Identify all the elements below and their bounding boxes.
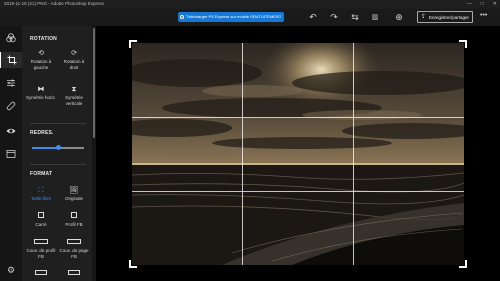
share-icon: ⇪ <box>421 14 427 20</box>
maximize-button[interactable]: □ <box>481 0 484 9</box>
frame-icon[interactable] <box>0 146 22 162</box>
rotate-right-icon: ⟳ <box>71 50 77 57</box>
crop-handle-top-right[interactable] <box>459 40 467 48</box>
settings-icon[interactable]: ⚙ <box>0 262 22 278</box>
flip-vertical-label: Symétrie verticale <box>65 95 83 106</box>
format-heading: FORMAT <box>30 171 53 177</box>
straighten-heading: REDRES. <box>30 130 54 136</box>
image-canvas <box>96 26 500 281</box>
free-size-icon: ⛶ <box>38 187 44 194</box>
crop-options-panel: ROTATION ⟲ Rotation à gauche ⟳ Rotation … <box>22 26 92 281</box>
crop-grid-line <box>353 43 354 265</box>
crop-handle-top-left[interactable] <box>129 40 137 48</box>
image-icon: 🖼 <box>69 187 79 194</box>
split-view-icon[interactable]: ▥ <box>369 12 381 23</box>
format-more-1[interactable] <box>26 269 56 279</box>
seascape-photo <box>132 43 464 265</box>
fb-profile-cover-label: Couv. de profil FB <box>26 248 56 259</box>
title-bar: 2019-11-18 (21).PNG - Adobe Photoshop Ex… <box>0 0 500 9</box>
adjust-icon[interactable] <box>0 75 22 91</box>
original-label: Originale <box>64 196 83 201</box>
fb-profile-icon <box>59 212 89 222</box>
fb-page-cover-label: Couv. de page FB <box>59 248 89 259</box>
flip-horizontal-icon: ⧓ <box>37 86 45 93</box>
flip-vertical-icon: ⧗ <box>71 86 77 93</box>
save-share-button[interactable]: ⇪ Enregistrer/partager <box>417 11 473 23</box>
straighten-slider[interactable] <box>32 145 84 150</box>
square-label: Carré <box>35 222 47 227</box>
format-more-2[interactable] <box>59 269 89 279</box>
rotate-right-label: Rotation à droit <box>63 59 85 70</box>
square-icon <box>26 212 56 222</box>
more-options-button[interactable]: ••• <box>480 12 487 19</box>
format-original[interactable]: 🖼 Originale <box>59 186 89 202</box>
zoom-icon[interactable]: ⊕ <box>393 12 405 23</box>
mobile-promo-button[interactable]: Télécharger PS Express sur mobile GRATUI… <box>178 12 284 22</box>
format-fb-profile-cover[interactable]: Couv. de profil FB <box>26 238 56 259</box>
crop-grid-line <box>132 191 464 192</box>
crop-icon[interactable] <box>0 52 22 68</box>
top-toolbar: Télécharger PS Express sur mobile GRATUI… <box>0 9 500 26</box>
flip-vertical-button[interactable]: ⧗ Symétrie verticale <box>59 85 89 106</box>
compare-icon[interactable]: ⇆ <box>349 12 361 23</box>
rotate-right-button[interactable]: ⟳ Rotation à droit <box>59 49 89 70</box>
healing-icon[interactable] <box>0 98 22 114</box>
fb-profile-label: Profil FB <box>65 222 83 227</box>
flip-horizontal-button[interactable]: ⧓ Symétrie horiz. <box>26 85 56 101</box>
straighten-slider-handle[interactable] <box>55 145 61 150</box>
fb-page-cover-icon <box>59 238 89 248</box>
format-square[interactable]: Carré <box>26 212 56 228</box>
crop-handle-bottom-right[interactable] <box>459 260 467 268</box>
free-size-label: Taille libre <box>30 196 51 201</box>
undo-icon[interactable]: ↶ <box>307 12 319 23</box>
tool-sidebar: ⚙ <box>0 26 22 281</box>
rotate-left-icon: ⟲ <box>38 50 44 57</box>
rotation-heading: ROTATION <box>30 36 57 42</box>
window-controls: — □ ✕ <box>467 0 497 9</box>
flip-horizontal-label: Symétrie horiz. <box>26 95 57 100</box>
effects-icon[interactable] <box>0 30 22 46</box>
divider <box>30 123 86 124</box>
minimize-button[interactable]: — <box>467 0 472 9</box>
format-free-size[interactable]: ⛶ Taille libre <box>26 186 56 202</box>
crop-grid-line <box>132 117 464 118</box>
crop-grid-line <box>242 43 243 265</box>
redo-icon[interactable]: ↷ <box>328 12 340 23</box>
crop-handle-bottom-left[interactable] <box>129 260 137 268</box>
panel-scrollbar-thumb[interactable] <box>93 28 95 138</box>
rotate-left-label: Rotation à gauche <box>30 59 52 70</box>
format-rect-icon <box>59 269 89 279</box>
divider <box>30 164 86 165</box>
phone-icon <box>180 15 184 19</box>
fb-profile-cover-icon <box>26 238 56 248</box>
close-button[interactable]: ✕ <box>493 0 497 9</box>
format-fb-profile[interactable]: Profil FB <box>59 212 89 228</box>
promo-label: Télécharger PS Express sur mobile GRATUI… <box>186 14 282 19</box>
save-share-label: Enregistrer/partager <box>429 15 470 20</box>
format-fb-page-cover[interactable]: Couv. de page FB <box>59 238 89 259</box>
format-rect-icon <box>26 269 56 279</box>
eye-icon[interactable] <box>0 123 22 139</box>
photo-crop-area[interactable] <box>132 43 464 265</box>
straighten-slider-fill <box>32 147 58 149</box>
rotate-left-button[interactable]: ⟲ Rotation à gauche <box>26 49 56 70</box>
window-title: 2019-11-18 (21).PNG - Adobe Photoshop Ex… <box>4 1 104 6</box>
